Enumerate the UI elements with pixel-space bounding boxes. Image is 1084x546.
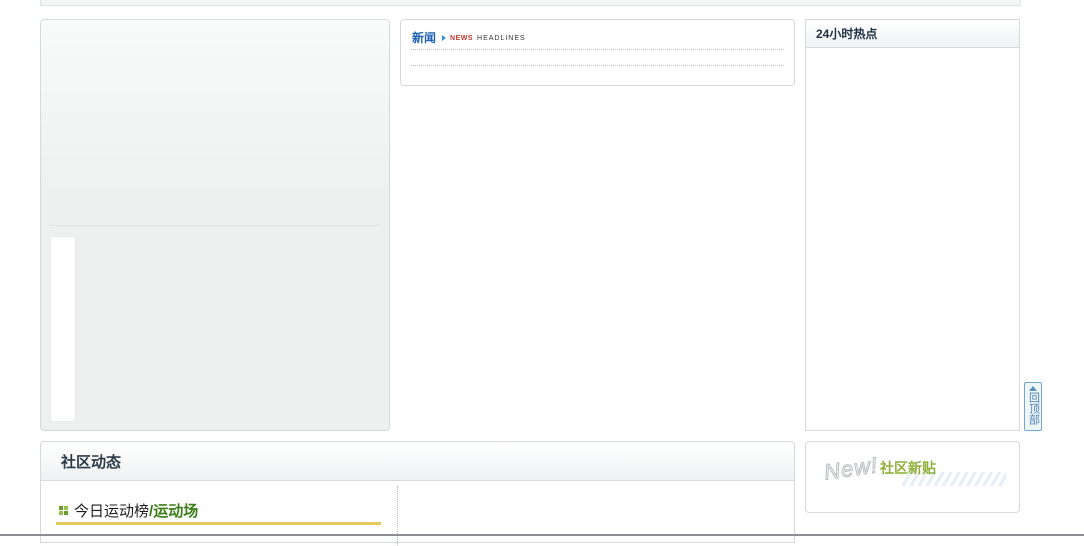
back-to-top-button[interactable]: 回顶部 [1024,382,1042,431]
community-title: 社区动态 [61,453,122,471]
back-to-top-label: 回顶部 [1027,392,1040,425]
news-subtitle: HEADLINES [477,35,526,42]
hot-title: 24小时热点 [816,27,878,41]
featured-divider [50,225,380,226]
news-headlines-panel: 新闻 NEWS HEADLINES [400,19,795,86]
new-posts-panel: New! 社区新贴 [805,441,1020,513]
community-panel: 社区动态 今日运动榜/运动场 [40,441,795,546]
new-logo: New! [822,452,880,485]
ranking-title-today[interactable]: 今日运动榜 [74,503,149,520]
new-posts-title[interactable]: 社区新贴 [880,458,936,478]
ranking-underline [56,522,381,525]
ranking-title: 今日运动榜/运动场 [74,500,198,521]
hot-24h-panel: 24小时热点 [805,19,1020,431]
news-divider-top [411,49,784,50]
news-divider-bottom [411,65,784,66]
arrow-right-icon [442,34,447,41]
featured-thumbnail-strip[interactable] [50,236,76,422]
ranking-title-arena[interactable]: 运动场 [153,503,198,520]
grid-icon [59,506,68,515]
featured-image-panel [40,19,390,431]
ranking-header: 今日运动榜/运动场 [59,500,198,521]
news-header: 新闻 NEWS HEADLINES [412,29,526,46]
community-column-divider [397,486,398,546]
up-arrow-icon [1029,386,1037,391]
hot-header: 24小时热点 [806,20,1019,48]
news-badge: NEWS [450,35,474,42]
community-header: 社区动态 [41,442,794,481]
top-banner-strip [40,0,1021,6]
news-title[interactable]: 新闻 [412,29,436,46]
